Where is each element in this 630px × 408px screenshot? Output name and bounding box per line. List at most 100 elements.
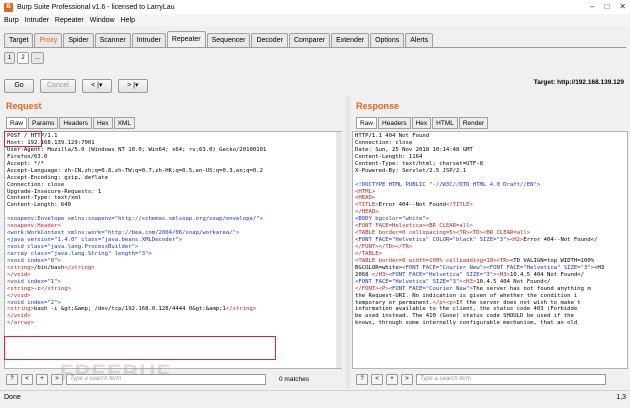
response-line: <FONT FACE=Helvetica><BR CLEAR=all>	[355, 223, 473, 230]
tab-alerts[interactable]: Alerts	[405, 33, 434, 47]
next-match-icon[interactable]: >	[401, 373, 413, 385]
tab-sequencer[interactable]: Sequencer	[206, 33, 251, 47]
highlight-host-box	[4, 131, 42, 147]
response-line: BGCOLOR=white><FONT FACE="Courier New"><…	[355, 264, 605, 271]
request-line: Accept: */*	[7, 160, 45, 167]
response-line: 2068 </H3><FONT FACE="Helvetica" SIZE="3…	[355, 271, 585, 278]
repeater-subtabs: 1 2 ...	[4, 52, 44, 66]
request-line: <work:WorkContext xmlns:work="http://bea…	[7, 230, 240, 237]
subtab-new[interactable]: ...	[30, 52, 44, 64]
request-search-input[interactable]: Type a search term	[66, 373, 266, 385]
subtab-2[interactable]: 2	[17, 52, 29, 64]
tab-decoder[interactable]: Decoder	[251, 33, 288, 47]
subtab-1[interactable]: 1	[4, 52, 16, 64]
response-line: Date: Sun, 25 Nov 2018 10:14:48 GMT	[355, 146, 473, 153]
request-tab-xml[interactable]: XML	[113, 117, 135, 129]
request-line: Connection: close	[7, 181, 65, 188]
tab-scanner[interactable]: Scanner	[94, 33, 131, 47]
tab-target[interactable]: Target	[4, 33, 34, 47]
response-line: the Request-URI. No indication is given …	[355, 292, 578, 299]
response-line: knows, through some internally configura…	[355, 320, 578, 327]
request-line: <string>-c</string>	[7, 285, 72, 292]
response-tab-raw[interactable]: Raw	[356, 117, 378, 129]
tab-repeater[interactable]: Repeater	[166, 31, 206, 47]
request-line: <string>/bin/bash</string>	[7, 264, 95, 271]
response-line: Content-Type: text/html; charset=UTF-8	[355, 160, 483, 167]
request-matches-count: 0 matches	[279, 375, 309, 383]
repeater-toolbar: Go Cancel < |▾ > |▾ Target: http://192.1…	[4, 76, 626, 96]
add-icon[interactable]: +	[386, 373, 398, 385]
request-line: <soapenv:Header>	[7, 223, 61, 230]
menu-burp[interactable]: Burp	[4, 17, 19, 24]
response-tab-headers[interactable]: Headers	[378, 117, 411, 129]
response-line: <!DOCTYPE HTML PUBLIC "-//W3C//DTD HTML …	[355, 181, 541, 188]
pane-splitter[interactable]	[346, 96, 350, 388]
tab-extender[interactable]: Extender	[331, 33, 370, 47]
target-label: Target: http://192.168.139.129	[533, 79, 624, 86]
response-line: HTTP/1.1 404 Not Found	[355, 133, 430, 139]
request-line: Content-Type: text/xml	[7, 195, 82, 202]
request-line: </void>	[7, 313, 31, 320]
request-line: </void>	[7, 271, 31, 278]
tab-spider[interactable]: Spider	[63, 33, 94, 47]
response-title: Response	[356, 101, 400, 111]
tab-proxy[interactable]: Proxy	[34, 33, 63, 47]
request-line: User-Agent: Mozilla/5.0 (Windows NT 10.0…	[7, 146, 267, 153]
response-line: be used instead. The 410 (Gone) status c…	[355, 313, 574, 320]
tab-intruder[interactable]: Intruder	[131, 33, 166, 47]
response-line: </HEAD>	[355, 209, 379, 216]
menu-window[interactable]: Window	[90, 17, 115, 24]
request-line: <void index="1">	[7, 278, 61, 285]
tab-comparer[interactable]: Comparer	[288, 33, 331, 47]
request-editor[interactable]: POST / HTTP/1.1 Host: 192.168.139.129:700…	[4, 131, 342, 369]
response-tab-hex[interactable]: Hex	[411, 117, 432, 129]
menu-intruder[interactable]: Intruder	[25, 17, 49, 24]
help-icon[interactable]: ?	[6, 373, 18, 385]
request-line: </array>	[7, 320, 34, 327]
burp-app-icon: B	[4, 2, 13, 12]
request-scrollbar[interactable]	[336, 132, 342, 368]
response-tab-html[interactable]: HTML	[432, 117, 458, 129]
request-line: Host: 192.168.139.129:7001	[7, 139, 95, 146]
minimize-icon[interactable]: –	[590, 2, 594, 11]
tab-options[interactable]: Options	[370, 33, 405, 47]
main-tabs: Target Proxy Spider Scanner Intruder Rep…	[4, 30, 626, 48]
request-tab-headers[interactable]: Headers	[59, 117, 92, 129]
forward-button[interactable]: > |▾	[117, 79, 148, 93]
response-line	[355, 175, 625, 182]
response-line: <FONT FACE="Helvetica" COLOR="black" SIZ…	[355, 237, 598, 244]
request-line: Upgrade-Insecure-Requests: 1	[7, 188, 102, 195]
request-line: Firefox/63.0	[7, 153, 48, 160]
window-title: Burp Suite Professional v1.6 - licensed …	[17, 3, 175, 11]
response-line: </FONT><P><FONT FACE="Courier New">The s…	[355, 285, 591, 292]
response-editor[interactable]: HTTP/1.1 404 Not Found Connection: close D…	[352, 131, 628, 369]
response-line: temporary or permanent.</p><p>If the ser…	[355, 299, 581, 306]
request-tab-hex[interactable]: Hex	[93, 117, 113, 129]
response-search-input[interactable]: Type a search term	[416, 373, 606, 385]
prev-match-icon[interactable]: <	[21, 373, 33, 385]
response-line: Content-Length: 1164	[355, 153, 423, 160]
request-tab-params[interactable]: Params	[28, 117, 59, 129]
request-line	[7, 209, 339, 216]
maximize-icon[interactable]: □	[604, 2, 609, 11]
add-icon[interactable]: +	[36, 373, 48, 385]
go-button[interactable]: Go	[4, 79, 34, 93]
title-bar: B Burp Suite Professional v1.6 - license…	[0, 0, 630, 14]
request-line: <array class="java.lang.String" length="…	[7, 250, 152, 257]
help-icon[interactable]: ?	[356, 373, 368, 385]
request-tabs: Raw Params Headers Hex XML	[6, 117, 135, 129]
prev-match-icon[interactable]: <	[371, 373, 383, 385]
request-line: </void>	[7, 292, 31, 299]
response-search-bar: ? < + > Type a search term	[356, 372, 626, 386]
cancel-button[interactable]: Cancel	[40, 79, 76, 93]
request-tab-raw[interactable]: Raw	[6, 117, 28, 129]
next-match-icon[interactable]: >	[51, 373, 63, 385]
response-line: </TABLE>	[355, 250, 382, 257]
response-tab-render[interactable]: Render	[458, 117, 489, 129]
request-line: POST / HTTP/1.1	[7, 133, 58, 139]
request-line: <void index="0">	[7, 257, 61, 264]
back-button[interactable]: < |▾	[81, 79, 112, 93]
menu-help[interactable]: Help	[121, 17, 135, 24]
close-icon[interactable]: ✕	[619, 2, 626, 11]
menu-repeater[interactable]: Repeater	[55, 17, 84, 24]
